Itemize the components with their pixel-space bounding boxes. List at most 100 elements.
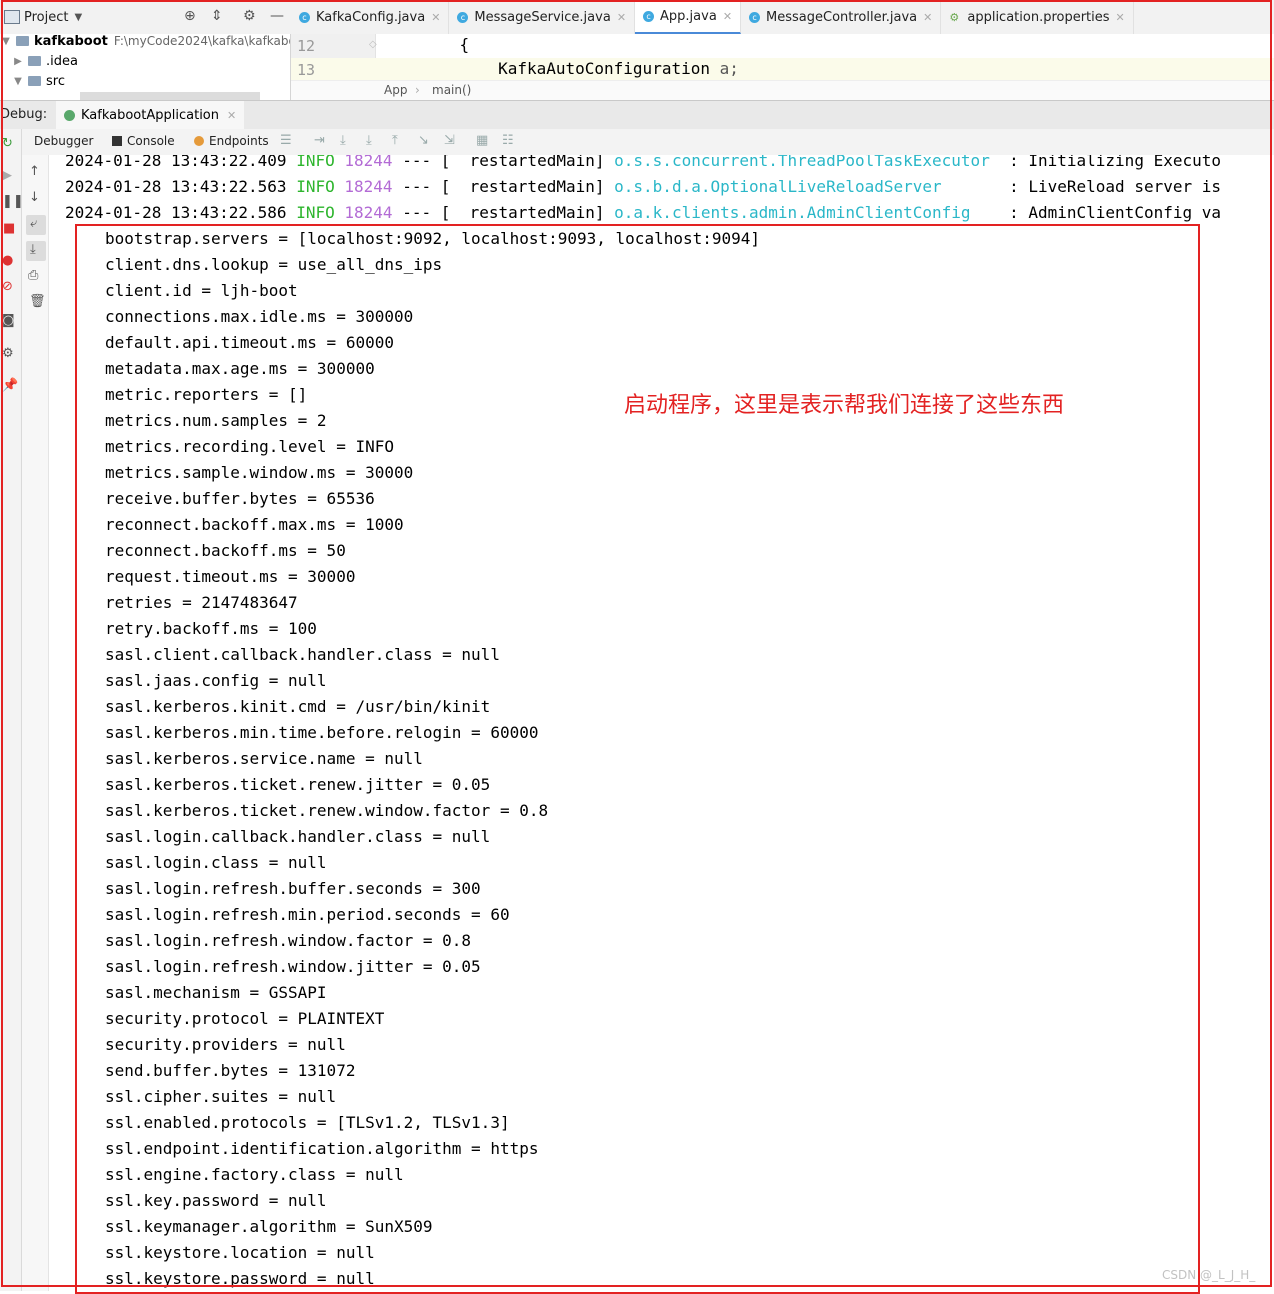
log-message: : AdminClientConfig va [999, 203, 1222, 222]
pause-icon[interactable]: ❚❚ [2, 195, 24, 209]
config-line: metrics.num.samples = 2 [105, 411, 327, 430]
debug-tool-tabs: Debugger Console Endpoints ☰ ⇥ ⤓ ⤓ ⤒ ↘ ⇲… [22, 129, 1274, 156]
config-line: ssl.cipher.suites = null [105, 1087, 337, 1106]
evaluate-expression-icon[interactable]: ▦ [476, 133, 488, 148]
config-line: connections.max.idle.ms = 300000 [105, 307, 414, 326]
debug-actions-toolbar: ↻ ▶ ❚❚ ■ ● ⊘ ◙ ⚙ 📌 [0, 129, 24, 1291]
tab-endpoints[interactable]: Endpoints [194, 134, 269, 148]
arrow-down-icon[interactable]: ↓ [29, 191, 40, 205]
tree-item-path: F:\myCode2024\kafka\kafkaboot [113, 34, 291, 48]
editor-tab[interactable]: ⚙ application.properties ✕ [941, 0, 1134, 34]
config-line: retry.backoff.ms = 100 [105, 619, 317, 638]
view-breakpoints-icon[interactable]: ● [2, 254, 13, 268]
stop-icon[interactable]: ■ [3, 222, 15, 236]
resume-icon[interactable]: ▶ [2, 169, 12, 183]
log-logger[interactable]: o.s.s.concurrent.ThreadPoolTaskExecutor [614, 155, 999, 170]
trash-icon[interactable]: 🗑 [29, 295, 46, 309]
restore-layout-icon[interactable]: ☷ [502, 133, 514, 148]
annotation-note: 启动程序，这里是表示帮我们连接了这些东西 [624, 393, 1065, 418]
fold-marker-icon[interactable]: ◇ [369, 39, 377, 50]
line-number: 13 [297, 61, 316, 79]
debug-session-label: KafkabootApplication [81, 107, 219, 123]
mute-breakpoints-icon[interactable]: ⊘ [2, 280, 13, 294]
rerun-icon[interactable]: ↻ [2, 137, 13, 151]
log-timestamp: 2024-01-28 13:43:22.563 [65, 177, 287, 196]
soft-wrap-icon[interactable]: ⤶ [30, 217, 37, 231]
tree-item-src[interactable]: ▼ src [12, 71, 65, 91]
editor-tab[interactable]: c MessageController.java ✕ [741, 0, 942, 34]
chevron-right-icon[interactable]: ▶ [12, 56, 24, 67]
log-line: 2024-01-28 13:43:22.409 INFO 18244 --- [… [65, 155, 1221, 177]
close-icon[interactable]: ✕ [923, 11, 932, 24]
settings-icon[interactable]: ⚙ [2, 347, 14, 361]
editor-tab[interactable]: c App.java ✕ [635, 0, 742, 34]
target-icon[interactable]: ⊕ [184, 8, 196, 24]
chevron-down-icon[interactable]: ▼ [0, 36, 12, 47]
chevron-down-icon[interactable]: ▼ [12, 76, 24, 87]
trace-icon[interactable]: ⇲ [444, 133, 455, 148]
editor-tab[interactable]: c KafkaConfig.java ✕ [291, 0, 450, 34]
print-icon[interactable]: ⎙ [28, 269, 38, 283]
console-output[interactable]: 2024-01-28 13:43:22.409 INFO 18244 --- [… [49, 155, 1274, 1291]
debug-session-tab[interactable]: KafkabootApplication ✕ [56, 101, 245, 131]
close-icon[interactable]: ✕ [431, 11, 440, 24]
log-level: INFO [296, 155, 335, 170]
log-logger[interactable]: o.s.b.d.a.OptionalLiveReloadServer [614, 177, 999, 196]
close-icon[interactable]: ✕ [723, 10, 732, 23]
tab-label: Debugger [34, 134, 94, 148]
close-icon[interactable]: ✕ [617, 11, 626, 24]
config-line: bootstrap.servers = [localhost:9092, loc… [105, 229, 761, 248]
hide-panel-icon[interactable]: — [270, 8, 284, 24]
log-logger[interactable]: o.a.k.clients.admin.AdminClientConfig [614, 203, 999, 222]
close-icon[interactable]: ✕ [227, 109, 236, 122]
collapse-all-icon[interactable]: ⇕ [211, 8, 223, 24]
code-editor[interactable]: 12 ◇ { 13 KafkaAutoConfiguration a; App … [291, 34, 1274, 101]
folder-icon [28, 56, 41, 66]
scroll-to-end-icon[interactable]: ⤓ [30, 243, 36, 257]
show-execution-point-icon[interactable]: ⇥ [314, 133, 325, 148]
gear-icon[interactable]: ⚙ [243, 8, 256, 24]
arrow-up-icon[interactable]: ↑ [29, 165, 40, 179]
config-line: sasl.kerberos.service.name = null [105, 749, 423, 768]
step-over-icon[interactable]: ⤓ [340, 133, 346, 148]
config-line: reconnect.backoff.max.ms = 1000 [105, 515, 404, 534]
breadcrumb-item[interactable]: main() [432, 83, 471, 97]
tab-console[interactable]: Console [112, 134, 175, 148]
log-pid: 18244 [344, 155, 393, 170]
watermark: CSDN @_L_J_H_ [1162, 1268, 1256, 1282]
breadcrumb-item[interactable]: App [384, 83, 407, 97]
config-line: ssl.key.password = null [105, 1191, 327, 1210]
config-line: ssl.engine.factory.class = null [105, 1165, 404, 1184]
java-class-icon: c [749, 11, 761, 23]
horizontal-scrollbar[interactable] [80, 92, 260, 100]
log-separator: --- [402, 155, 432, 170]
chevron-down-icon[interactable]: ▼ [74, 12, 82, 23]
step-into-icon[interactable]: ⤓ [366, 133, 372, 148]
java-class-icon: c [457, 11, 469, 23]
project-panel-header: Project ▼ ⊕ ⇕ ⚙ — [0, 0, 290, 34]
config-line: metrics.sample.window.ms = 30000 [105, 463, 414, 482]
config-line: sasl.login.refresh.buffer.seconds = 300 [105, 879, 481, 898]
breadcrumb-separator-icon: › [415, 83, 420, 97]
log-thread: [ restartedMain] [440, 177, 605, 196]
camera-icon[interactable]: ◙ [2, 314, 15, 328]
pin-icon[interactable]: 📌 [2, 379, 18, 393]
config-line: client.dns.lookup = use_all_dns_ips [105, 255, 443, 274]
log-pid: 18244 [344, 203, 393, 222]
close-icon[interactable]: ✕ [1116, 11, 1125, 24]
editor-tab-label: MessageController.java [766, 9, 918, 25]
tree-item-kafkaboot[interactable]: ▼ kafkaboot F:\myCode2024\kafka\kafkaboo… [0, 34, 291, 51]
config-line: sasl.client.callback.handler.class = nul… [105, 645, 500, 664]
editor-tab[interactable]: c MessageService.java ✕ [449, 0, 636, 34]
scroll-to-end-toggle[interactable] [26, 241, 46, 261]
project-panel-title[interactable]: Project [24, 10, 68, 25]
step-out-icon[interactable]: ⤒ [392, 133, 398, 148]
tree-item-idea[interactable]: ▶ .idea [12, 51, 78, 71]
log-line: 2024-01-28 13:43:22.586 INFO 18244 --- [… [65, 203, 1221, 229]
run-to-cursor-icon[interactable]: ↘ [418, 133, 429, 148]
menu-icon[interactable]: ☰ [280, 133, 292, 148]
spring-boot-icon [64, 109, 75, 121]
log-timestamp: 2024-01-28 13:43:22.409 [65, 155, 287, 170]
tab-debugger[interactable]: Debugger [34, 134, 93, 148]
endpoints-icon [194, 136, 204, 146]
